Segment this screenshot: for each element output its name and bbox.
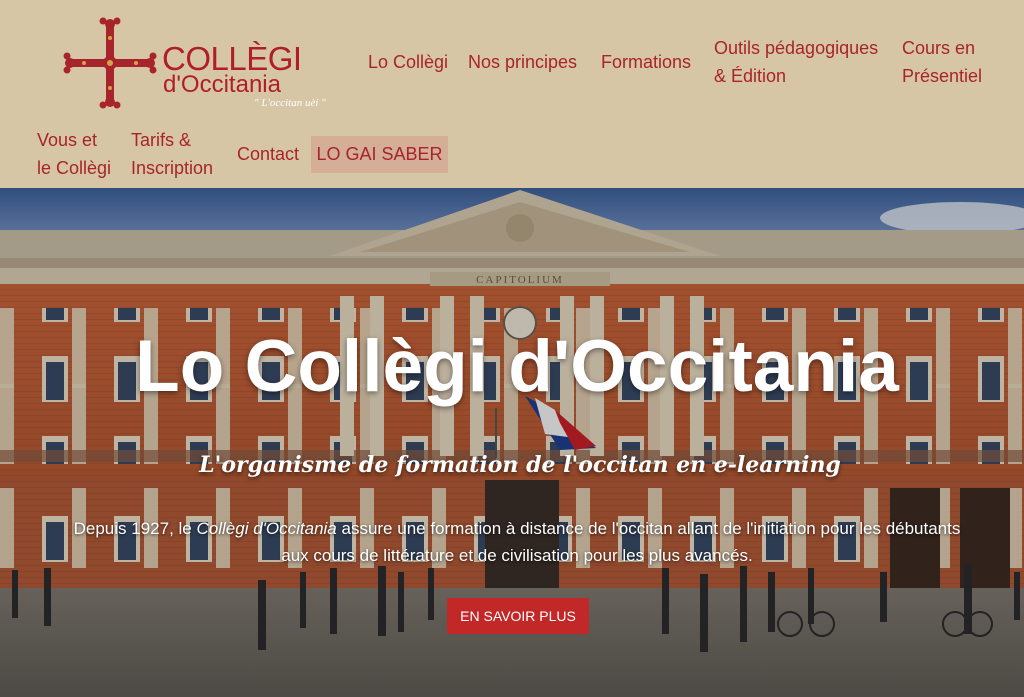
hero-desc-start: Depuis 1927, le <box>73 519 197 538</box>
nav-lo-gai-saber[interactable]: LO GAI SABER <box>311 136 448 173</box>
site-header: COLLÈGI d'Occitania " L'occitan uèi " Lo… <box>0 0 1024 188</box>
nav-nos-principes[interactable]: Nos principes <box>468 48 577 76</box>
site-logo[interactable]: COLLÈGI d'Occitania " L'occitan uèi " <box>62 16 362 111</box>
nav-vous-line2: le Collègi <box>37 158 112 178</box>
nav-vous-line1: Vous et <box>37 130 98 150</box>
hero-desc-end: assure une formation à distance de l'occ… <box>281 519 961 565</box>
hero-subtitle: L'organisme de formation de l'occitan en… <box>199 452 841 478</box>
nav-formations[interactable]: Formations <box>601 48 691 76</box>
nav-outils-line2: & Édition <box>714 66 787 86</box>
nav-outils-pedagogiques[interactable]: Outils pédagogiques & Édition <box>714 34 878 90</box>
nav-contact[interactable]: Contact <box>237 140 299 168</box>
en-savoir-plus-button[interactable]: EN SAVOIR PLUS <box>447 598 589 634</box>
occitan-cross-icon <box>63 17 157 109</box>
nav-tarifs-line2: Inscription <box>131 158 214 178</box>
nav-lo-collegi[interactable]: Lo Collègi <box>368 48 448 76</box>
nav-tarifs-line1: Tarifs & <box>131 130 192 150</box>
logo-tagline: " L'occitan uèi " <box>254 97 326 109</box>
nav-vous-et-le-collegi[interactable]: Vous et le Collègi <box>37 126 111 182</box>
nav-tarifs-inscription[interactable]: Tarifs & Inscription <box>131 126 213 182</box>
hero-title: Lo Collègi d'Occitania <box>135 326 899 407</box>
nav-cours-presentiel[interactable]: Cours en Présentiel <box>902 34 982 90</box>
hero-banner: CAPITOLIUM Lo Collègi d'Occitania L'orga… <box>0 188 1024 697</box>
hero-description: Depuis 1927, le Collègi d'Occitania assu… <box>70 515 964 569</box>
hero-desc-emphasis: Collègi d'Occitania <box>196 519 337 538</box>
nav-cours-line1: Cours en <box>902 38 976 58</box>
nav-cours-line2: Présentiel <box>902 66 983 86</box>
logo-subtitle: d'Occitania <box>163 71 281 98</box>
nav-outils-line1: Outils pédagogiques <box>714 38 879 58</box>
